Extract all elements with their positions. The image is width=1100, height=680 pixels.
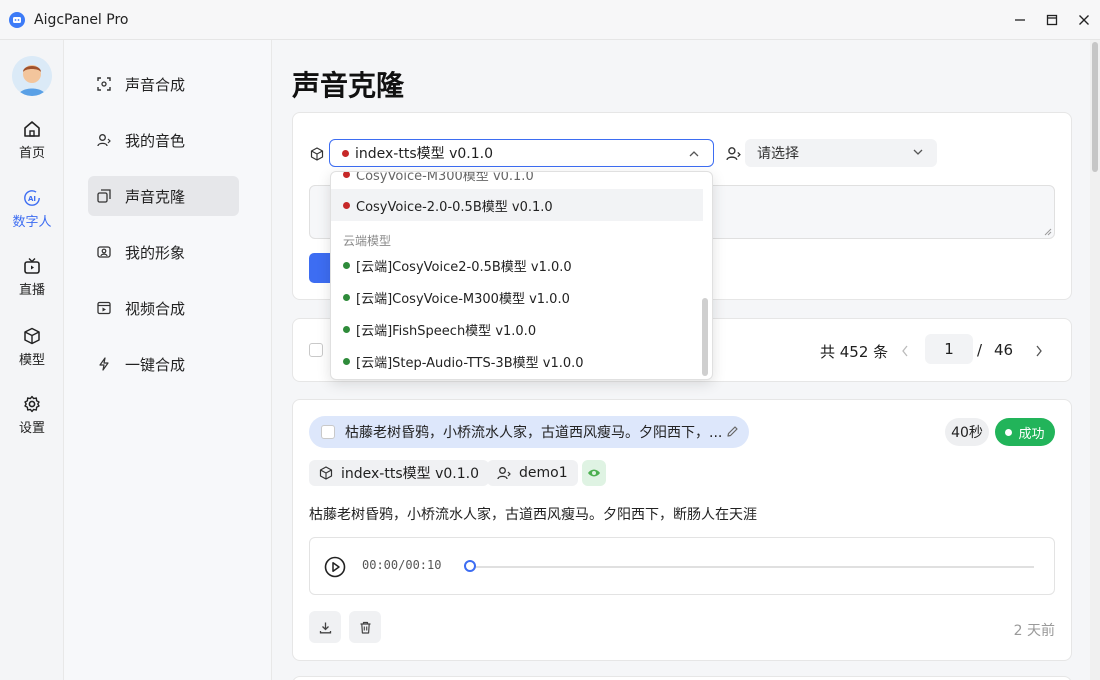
- select-all-checkbox[interactable]: [309, 343, 323, 357]
- subnav-item-voice-synthesis[interactable]: 声音合成: [88, 64, 239, 104]
- record-text-pill: 枯藤老树昏鸦，小桥流水人家，古道西风瘦马。夕阳西下，...: [309, 416, 749, 448]
- subnav-item-my-avatar[interactable]: 我的形象: [88, 232, 239, 272]
- record-text-preview: 枯藤老树昏鸦，小桥流水人家，古道西风瘦马。夕阳西下，...: [345, 425, 723, 441]
- bolt-icon: [99, 357, 109, 371]
- total-count: 共 452 条: [820, 343, 889, 361]
- image-icon: [97, 246, 111, 258]
- svg-text:AI: AI: [28, 195, 36, 203]
- dropdown-item-cosyvoice-m300[interactable]: CosyVoice-M300模型 v0.1.0: [331, 172, 703, 190]
- voice-user-icon: [726, 147, 741, 161]
- edit-icon[interactable]: [726, 425, 739, 438]
- model-cube-icon: [310, 147, 324, 161]
- home-icon: [24, 120, 40, 137]
- duration-badge: 40秒: [945, 418, 989, 446]
- dropdown-item-cloud-cosyvoice2[interactable]: [云端]CosyVoice2-0.5B模型 v1.0.0: [331, 249, 703, 281]
- local-model-dot: [342, 149, 349, 157]
- chevron-down-icon: [913, 149, 923, 155]
- resize-handle-icon[interactable]: [1044, 228, 1052, 236]
- cloud-model-dot: [343, 293, 350, 301]
- status-badge: 成功: [995, 418, 1055, 446]
- gear-icon: [24, 395, 40, 412]
- model-select[interactable]: index-tts模型 v0.1.0: [329, 139, 714, 167]
- dropdown-item-cosyvoice-2-0-5b[interactable]: CosyVoice-2.0-0.5B模型 v0.1.0: [331, 189, 703, 221]
- app-logo-icon: [9, 11, 25, 28]
- window-title: AigcPanel Pro: [34, 11, 129, 28]
- trash-icon: [360, 621, 370, 634]
- video-icon: [97, 301, 111, 315]
- rail-item-models[interactable]: 模型: [0, 319, 64, 375]
- rail-item-home[interactable]: 首页: [0, 112, 64, 168]
- cloud-model-dot: [343, 325, 350, 333]
- page-separator: /: [977, 341, 983, 359]
- chevron-up-icon: [689, 151, 699, 157]
- minimize-button[interactable]: [1004, 0, 1036, 40]
- main-scrollbar[interactable]: [1090, 40, 1100, 680]
- total-pages: 46: [994, 341, 1014, 359]
- ai-icon: AI: [24, 189, 40, 206]
- minimize-icon: [1015, 19, 1025, 21]
- player-time: 00:00/00:10: [362, 558, 442, 572]
- maximize-button[interactable]: [1036, 0, 1068, 40]
- record-full-text: 枯藤老树昏鸦，小桥流水人家，古道西风瘦马。夕阳西下，断肠人在天涯: [309, 507, 757, 523]
- scan-icon: [97, 77, 111, 91]
- close-icon: [1079, 15, 1089, 25]
- model-dropdown: CosyVoice-M300模型 v0.1.0 CosyVoice-2.0-0.…: [330, 171, 713, 380]
- avatar[interactable]: [12, 56, 52, 96]
- model-tag: index-tts模型 v0.1.0: [309, 460, 489, 486]
- audio-player: 00:00/00:10: [309, 537, 1055, 595]
- local-model-dot: [343, 201, 350, 209]
- subnav-item-my-voices[interactable]: 我的音色: [88, 120, 239, 160]
- result-card: 枯藤老树昏鸦，小桥流水人家，古道西风瘦马。夕阳西下，... 40秒 成功 ind…: [292, 399, 1072, 661]
- download-icon: [319, 622, 331, 633]
- progress-knob[interactable]: [464, 560, 476, 572]
- rail-item-live[interactable]: 直播: [0, 249, 64, 305]
- subnav-item-video-synthesis[interactable]: 视频合成: [88, 288, 239, 328]
- close-button[interactable]: [1068, 0, 1100, 40]
- delete-button[interactable]: [349, 611, 381, 643]
- play-icon[interactable]: [324, 556, 346, 578]
- voice-select[interactable]: 请选择: [745, 139, 937, 167]
- voice-select-placeholder: 请选择: [757, 146, 799, 162]
- record-time-ago: 2 天前: [1013, 623, 1055, 639]
- nvidia-eye-icon: [588, 469, 600, 477]
- status-dot-icon: [1005, 428, 1013, 436]
- rail-item-digital-human[interactable]: AI 数字人: [0, 181, 64, 237]
- dropdown-item-cloud-fishspeech[interactable]: [云端]FishSpeech模型 v1.0.0: [331, 313, 703, 345]
- cloud-model-dot: [343, 357, 350, 365]
- subnav-item-one-click[interactable]: 一键合成: [88, 344, 239, 384]
- maximize-icon: [1046, 14, 1058, 26]
- icon-rail: 首页 AI 数字人 直播 模型 设置: [0, 40, 64, 680]
- tv-icon: [24, 257, 40, 274]
- cube-icon: [24, 327, 40, 344]
- chevron-right-icon[interactable]: [1035, 345, 1043, 357]
- voice-tag: demo1: [487, 460, 578, 486]
- dropdown-scrollbar-thumb[interactable]: [702, 298, 708, 376]
- progress-track[interactable]: [470, 566, 1034, 568]
- main-scrollbar-thumb[interactable]: [1092, 42, 1098, 172]
- user-voice-icon: [497, 467, 511, 480]
- local-model-dot: [343, 172, 350, 178]
- page-title: 声音克隆: [292, 69, 405, 102]
- subnav-item-voice-clone[interactable]: 声音克隆: [88, 176, 239, 216]
- record-checkbox[interactable]: [321, 425, 335, 439]
- page-number-input[interactable]: 1: [925, 334, 973, 364]
- user-voice-icon: [97, 134, 111, 147]
- cloud-model-dot: [343, 261, 350, 269]
- dropdown-group-cloud: 云端模型: [343, 234, 392, 248]
- dropdown-item-cloud-step-audio[interactable]: [云端]Step-Audio-TTS-3B模型 v1.0.0: [331, 345, 703, 377]
- gpu-tag: [582, 460, 606, 486]
- title-bar: AigcPanel Pro: [0, 0, 1100, 40]
- model-select-value: index-tts模型 v0.1.0: [355, 146, 493, 162]
- clone-icon: [97, 189, 111, 203]
- dropdown-item-cloud-cosyvoice-m300[interactable]: [云端]CosyVoice-M300模型 v1.0.0: [331, 281, 703, 313]
- download-button[interactable]: [309, 611, 341, 643]
- secondary-nav: 声音合成 我的音色 声音克隆 我的形象 视频合成 一键合成: [64, 40, 272, 680]
- rail-item-settings[interactable]: 设置: [0, 387, 64, 443]
- next-result-card: [292, 676, 1072, 680]
- cube-icon: [319, 466, 333, 480]
- chevron-left-icon[interactable]: [901, 345, 909, 357]
